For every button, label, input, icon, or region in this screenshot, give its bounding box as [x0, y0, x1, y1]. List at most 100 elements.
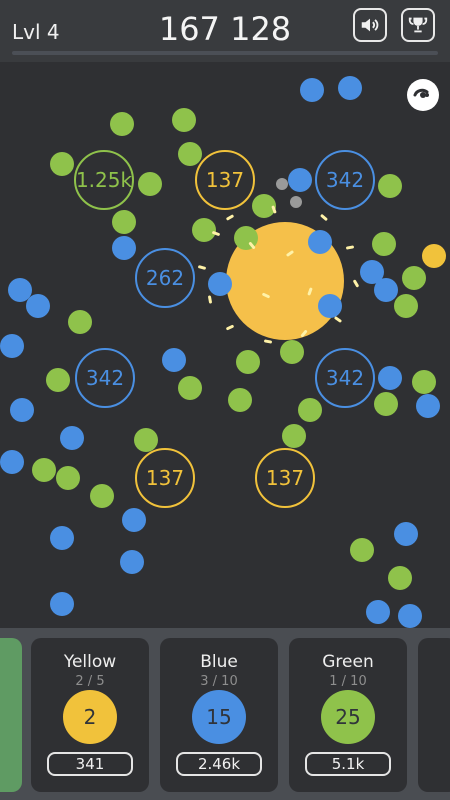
- target-value: 137: [205, 168, 245, 192]
- green-ball: [374, 392, 398, 416]
- green-ball: [46, 368, 70, 392]
- blue-ball: [50, 592, 74, 616]
- card-cost-button[interactable]: 2.46k: [176, 752, 262, 776]
- green-ball: [112, 210, 136, 234]
- blue-ball: [208, 272, 232, 296]
- blue-ball: [300, 78, 324, 102]
- card-progress: 1 / 10: [329, 674, 367, 689]
- top-bar: Lvl 4 167 128: [0, 0, 450, 62]
- card-progress: 3 / 10: [200, 674, 238, 689]
- blue-ball: [0, 450, 24, 474]
- target-ring[interactable]: 342: [75, 348, 135, 408]
- green-ball: [172, 108, 196, 132]
- green-ball: [350, 538, 374, 562]
- green-ball: [134, 428, 158, 452]
- card-edge-left[interactable]: [0, 638, 22, 792]
- green-ball: [228, 388, 252, 412]
- green-ball: [282, 424, 306, 448]
- target-ring[interactable]: 342: [315, 348, 375, 408]
- green-ball: [280, 340, 304, 364]
- green-ball: [178, 142, 202, 166]
- blue-ball: [122, 508, 146, 532]
- blue-ball: [394, 522, 418, 546]
- target-value: 342: [85, 366, 125, 390]
- card-title: Yellow: [63, 652, 117, 672]
- target-ring[interactable]: 342: [315, 150, 375, 210]
- spark: [352, 279, 360, 288]
- green-ball: [236, 350, 260, 374]
- blue-ball: [120, 550, 144, 574]
- blue-ball: [338, 76, 362, 100]
- upgrade-card-blue[interactable]: Blue 3 / 10 15 2.46k: [160, 638, 278, 792]
- green-ball: [138, 172, 162, 196]
- upgrade-panel: Yellow 2 / 5 2 341 Blue 3 / 10 15 2.46k …: [0, 628, 450, 800]
- moon-eye-icon: [413, 85, 433, 105]
- spark: [319, 213, 329, 222]
- trophy-button[interactable]: [401, 8, 435, 42]
- playfield[interactable]: 1.25k 137 342 262 342 342 137 137: [0, 62, 450, 628]
- blue-ball: [308, 230, 332, 254]
- blue-ball: [378, 366, 402, 390]
- target-value: 342: [325, 366, 365, 390]
- card-title: Blue: [200, 652, 238, 672]
- trophy-icon: [408, 17, 428, 33]
- target-ring[interactable]: 1.25k: [74, 150, 134, 210]
- blue-ball: [60, 426, 84, 450]
- blue-ball: [288, 168, 312, 192]
- green-ball: [388, 566, 412, 590]
- card-cost: 5.1k: [331, 755, 365, 773]
- card-value-circle: 2: [63, 690, 117, 744]
- card-edge-right[interactable]: [418, 638, 450, 792]
- target-value: 342: [325, 168, 365, 192]
- green-ball: [394, 294, 418, 318]
- target-ring[interactable]: 137: [255, 448, 315, 508]
- blue-ball: [50, 526, 74, 550]
- card-value-circle: 15: [192, 690, 246, 744]
- spark: [207, 295, 213, 304]
- green-ball: [402, 266, 426, 290]
- blue-ball: [0, 334, 24, 358]
- upgrade-card-green[interactable]: Green 1 / 10 25 5.1k: [289, 638, 407, 792]
- card-title: Green: [322, 652, 374, 672]
- card-value: 2: [83, 705, 97, 729]
- gray-particle: [276, 178, 288, 190]
- yellow-ball: [422, 244, 446, 268]
- card-value: 15: [206, 705, 232, 729]
- green-ball: [90, 484, 114, 508]
- green-ball: [56, 466, 80, 490]
- blue-ball: [416, 394, 440, 418]
- green-ball: [68, 310, 92, 334]
- upgrade-card-yellow[interactable]: Yellow 2 / 5 2 341: [31, 638, 149, 792]
- card-cost-button[interactable]: 341: [47, 752, 133, 776]
- spark: [225, 324, 235, 331]
- card-progress: 2 / 5: [75, 674, 105, 689]
- gray-particle: [290, 196, 302, 208]
- card-cost: 341: [75, 755, 105, 773]
- sound-button[interactable]: [353, 8, 387, 42]
- card-cost-button[interactable]: 5.1k: [305, 752, 391, 776]
- theme-button[interactable]: [407, 79, 439, 111]
- green-ball: [412, 370, 436, 394]
- target-value: 262: [145, 266, 185, 290]
- blue-ball: [162, 348, 186, 372]
- blue-ball: [374, 278, 398, 302]
- target-value: 137: [145, 466, 185, 490]
- target-ring[interactable]: 137: [135, 448, 195, 508]
- speaker-icon: [361, 18, 379, 32]
- target-ring[interactable]: 137: [195, 150, 255, 210]
- target-ring[interactable]: 262: [135, 248, 195, 308]
- spark: [197, 265, 207, 270]
- green-ball: [372, 232, 396, 256]
- blue-ball: [10, 398, 34, 422]
- spark: [225, 214, 235, 221]
- green-ball: [32, 458, 56, 482]
- level-progress-track: [12, 51, 438, 55]
- target-value: 1.25k: [75, 168, 133, 192]
- card-value: 25: [335, 705, 361, 729]
- green-ball: [50, 152, 74, 176]
- target-value: 137: [265, 466, 305, 490]
- green-ball: [298, 398, 322, 422]
- green-ball: [110, 112, 134, 136]
- spark: [263, 339, 273, 344]
- card-value-circle: 25: [321, 690, 375, 744]
